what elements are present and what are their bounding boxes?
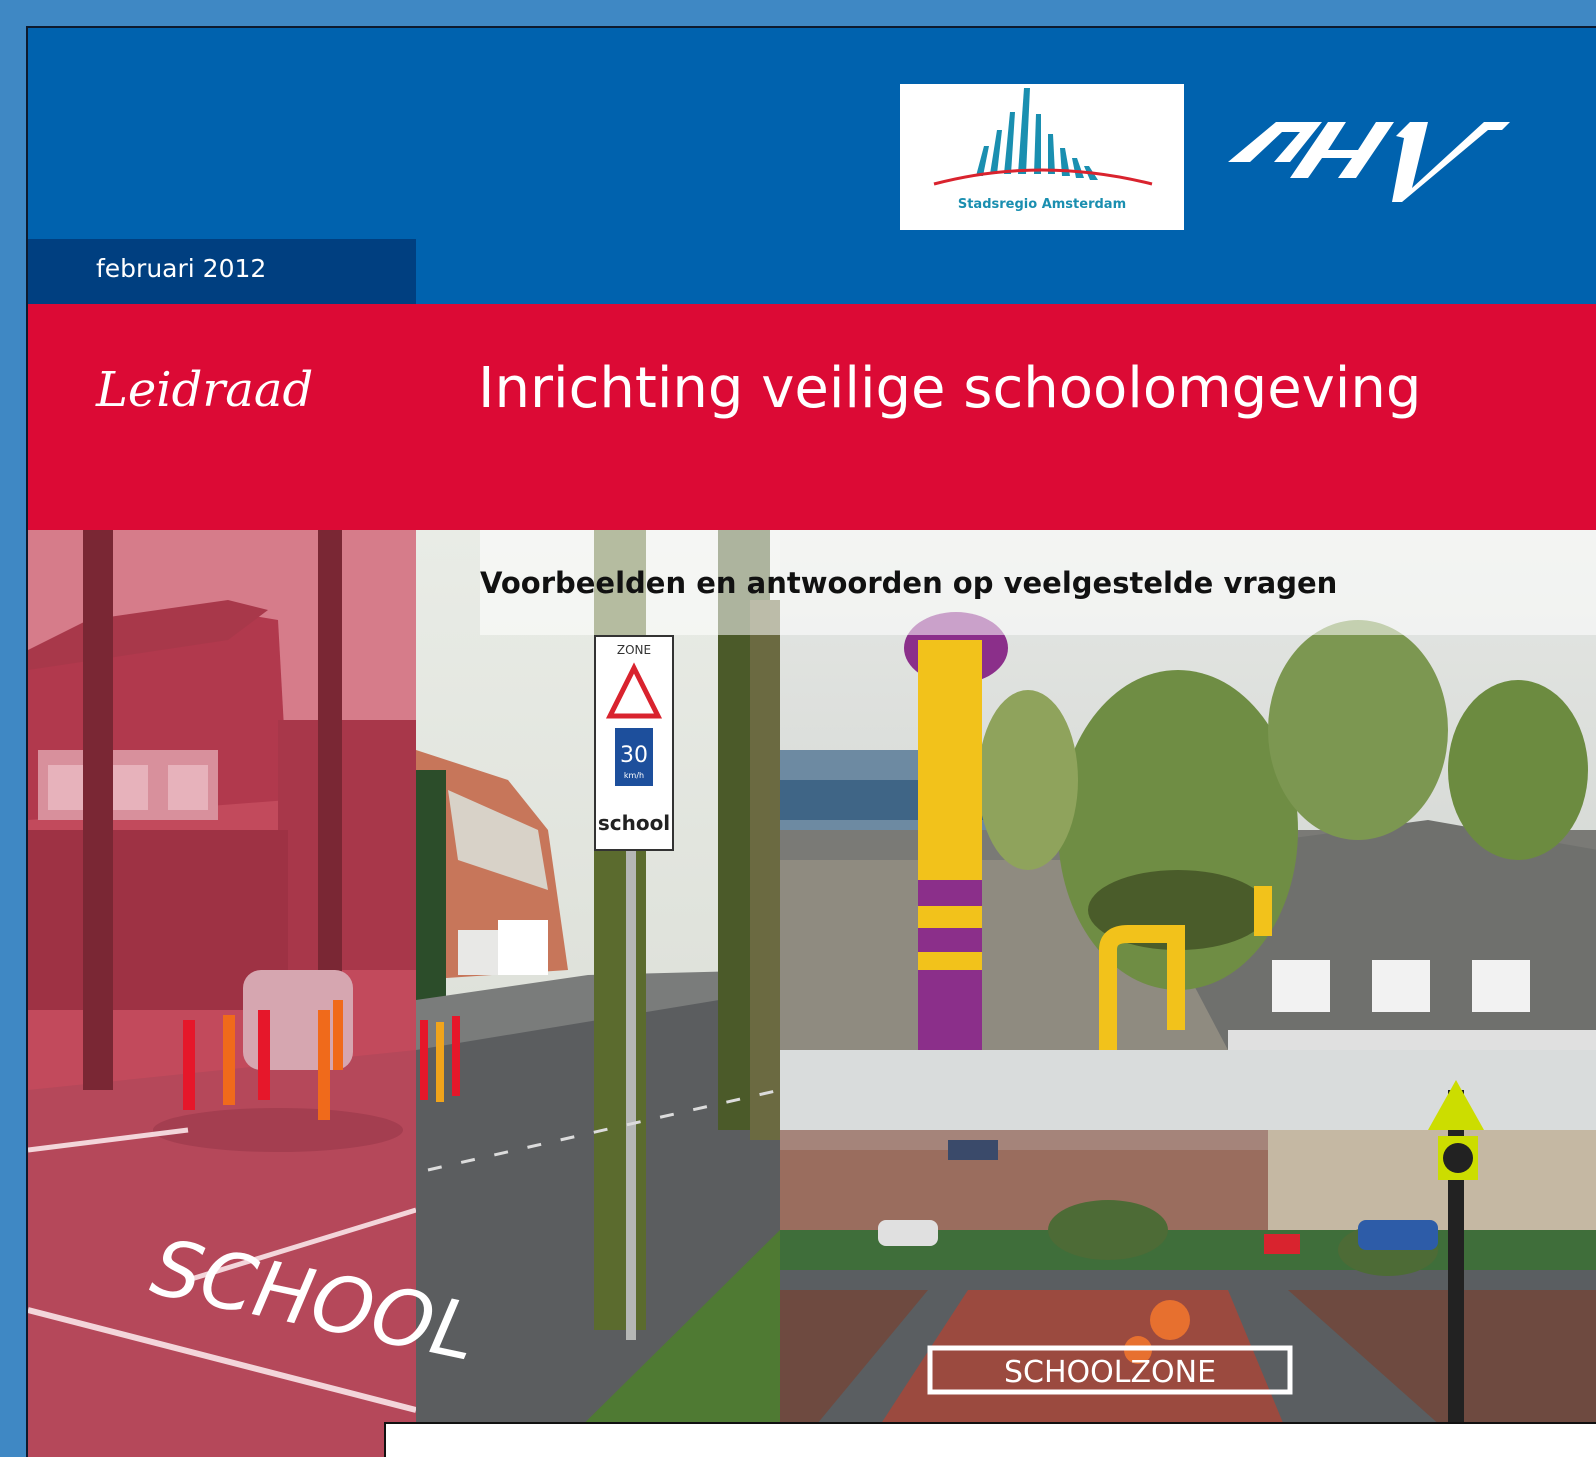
publication-date: februari 2012 xyxy=(96,254,267,283)
photo-schoolzone-road: SCHOOLZONE xyxy=(780,1050,1596,1457)
stadsregio-amsterdam-logo: Stadsregio Amsterdam xyxy=(900,84,1184,230)
cover-page: Stadsregio Amsterdam februari 2012 Leidr… xyxy=(26,26,1596,1457)
dhv-logo xyxy=(1216,116,1516,206)
sign-school-text: school xyxy=(598,811,670,835)
sign-zone-text: ZONE xyxy=(617,643,651,657)
sign-speed-text: 30 xyxy=(620,743,648,768)
road-marking-schoolzone: SCHOOLZONE xyxy=(1004,1355,1216,1390)
document-title: Inrichting veilige schoolomgeving xyxy=(478,356,1422,421)
stadsregio-logo-text: Stadsregio Amsterdam xyxy=(958,197,1126,212)
bottom-white-panel xyxy=(384,1422,1596,1457)
stadsregio-logo-mark-icon: Stadsregio Amsterdam xyxy=(933,88,1153,212)
document-kicker: Leidraad xyxy=(96,362,314,418)
photo-collage: ZONE 30 km/h school SCHOOL SCHOOLZONE xyxy=(28,530,1596,1457)
document-subtitle: Voorbeelden en antwoorden op veelgesteld… xyxy=(480,566,1338,600)
dhv-logo-mark-icon xyxy=(1228,122,1510,202)
sign-unit-text: km/h xyxy=(624,771,644,780)
